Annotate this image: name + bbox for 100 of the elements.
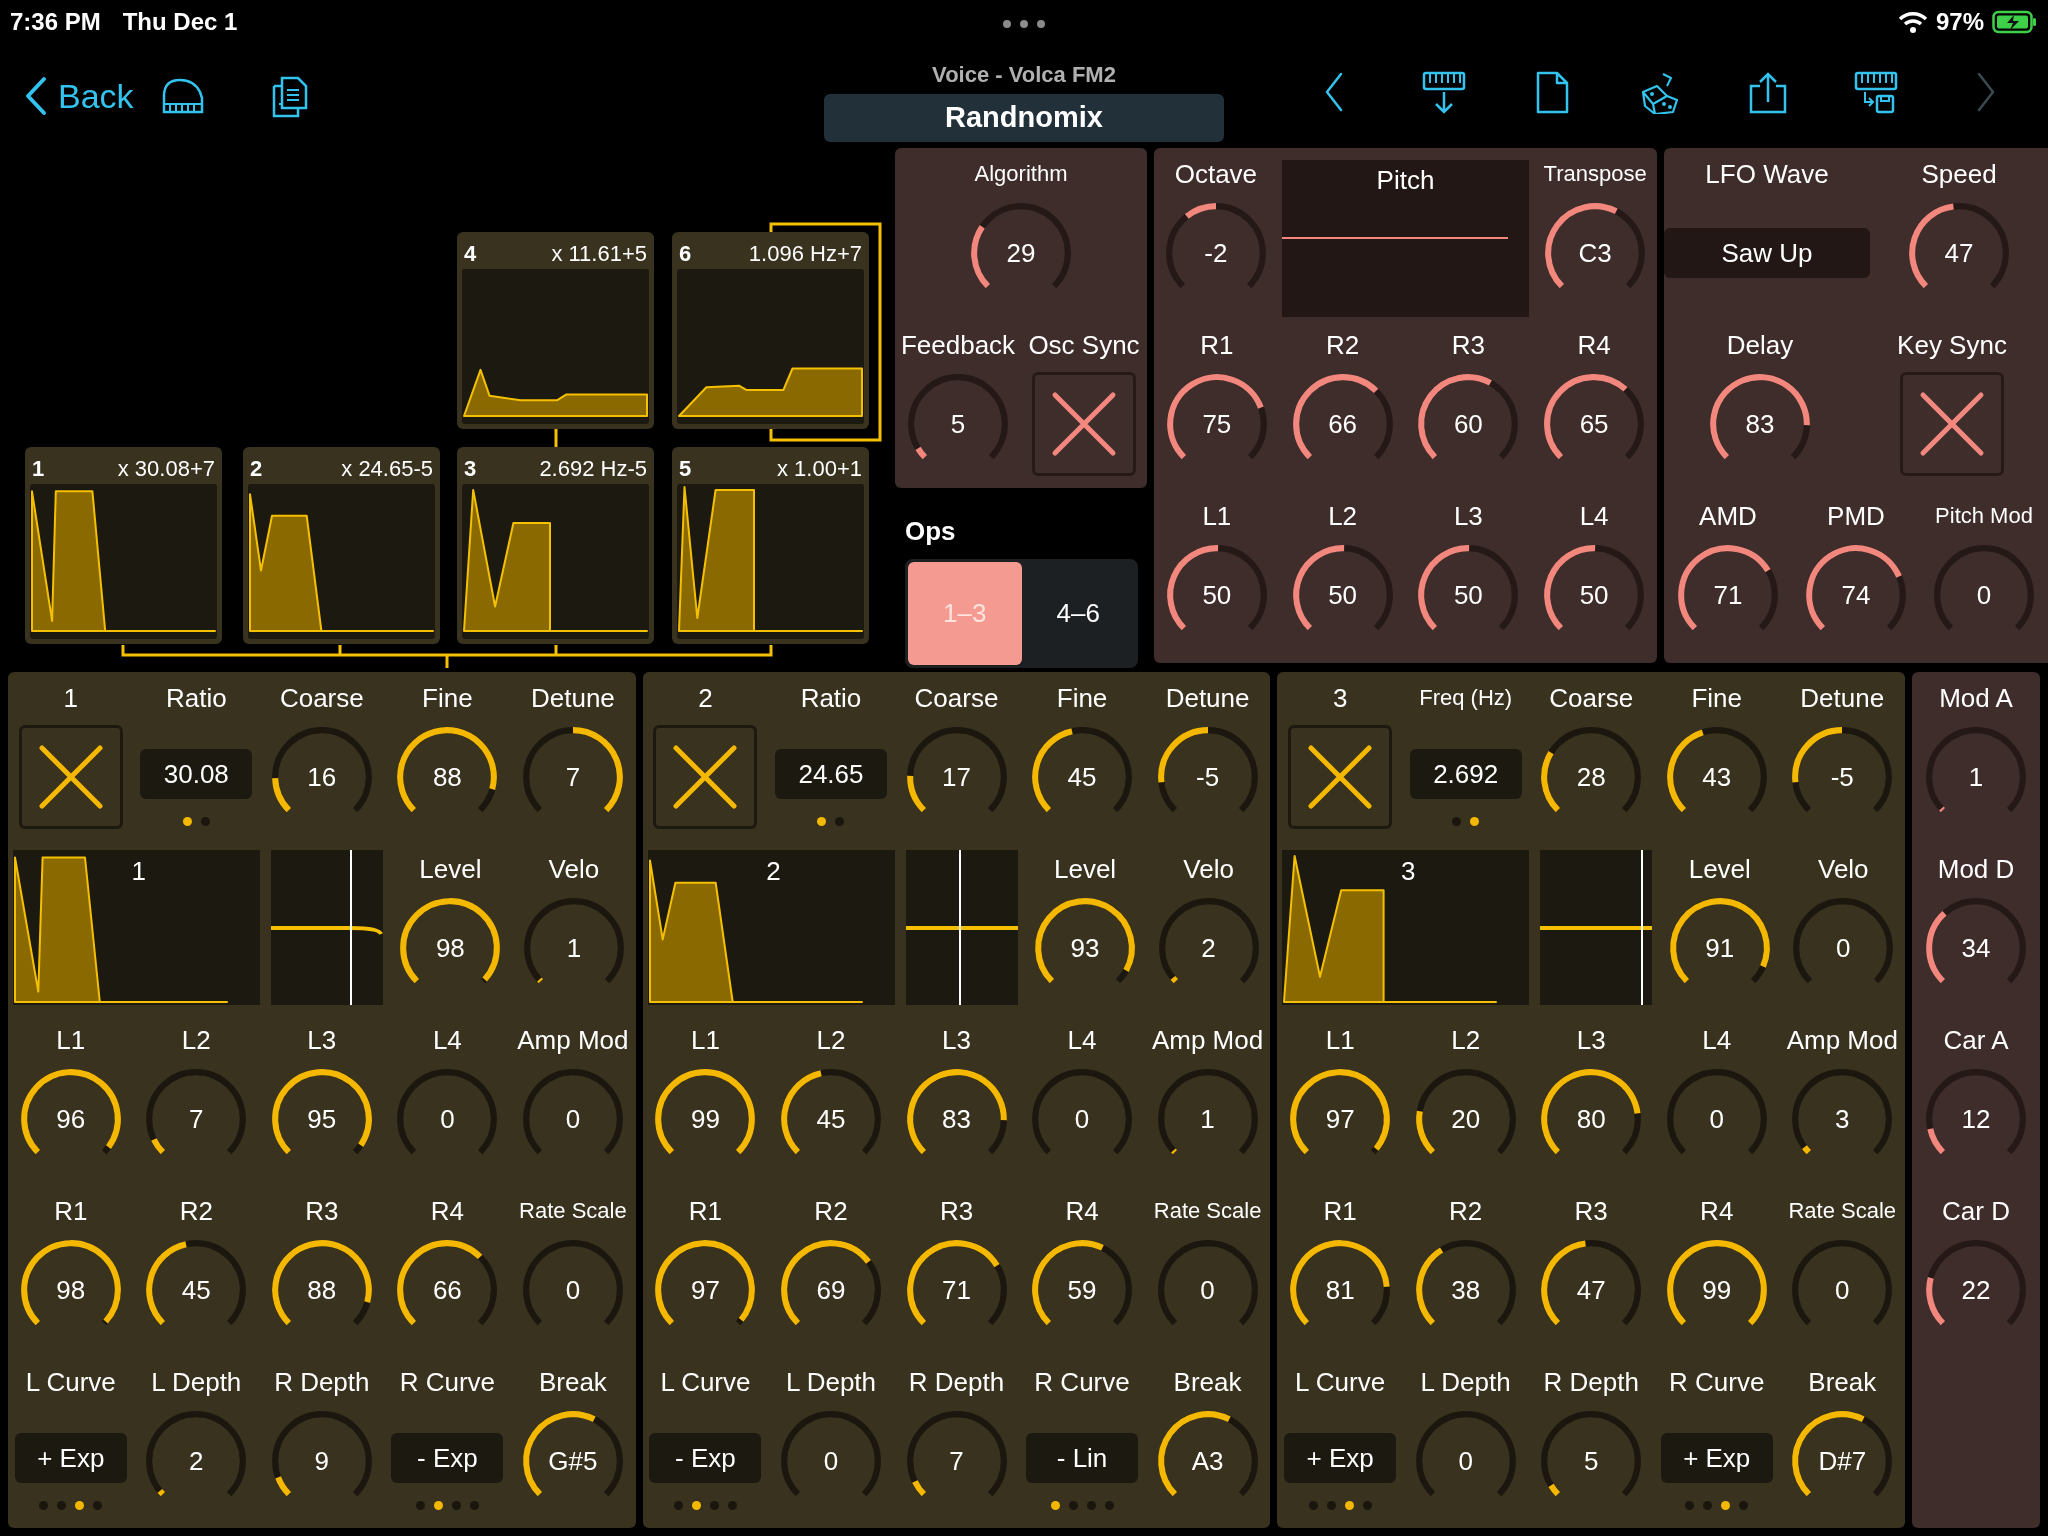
knob[interactable]: D#7 [1786, 1405, 1899, 1517]
knob[interactable]: 7 [140, 1063, 253, 1175]
knob[interactable]: 5 [1535, 1405, 1648, 1517]
knob[interactable]: 97 [1284, 1063, 1397, 1175]
knob[interactable]: 9 [265, 1405, 378, 1517]
knob[interactable]: 43 [1660, 721, 1773, 833]
segment-tab[interactable]: 4–6 [1021, 562, 1135, 665]
operator-card[interactable]: 6 1.096 Hz+7 [672, 232, 869, 429]
value-field[interactable]: 30.08 [140, 749, 253, 799]
knob[interactable]: 95 [265, 1063, 378, 1175]
operator-card[interactable]: 2 x 24.65-5 [243, 447, 440, 644]
value-field[interactable]: + Exp [1284, 1433, 1397, 1483]
knob[interactable]: 17 [900, 721, 1013, 833]
knob[interactable]: 0 [1151, 1234, 1264, 1346]
knob[interactable]: 47 [1903, 197, 2015, 309]
knob[interactable]: 28 [1535, 721, 1648, 833]
knob[interactable]: 45 [140, 1234, 253, 1346]
knob[interactable]: 7 [900, 1405, 1013, 1517]
operator-card[interactable]: 5 x 1.00+1 [672, 447, 869, 644]
knob[interactable]: 96 [14, 1063, 127, 1175]
knob[interactable]: G#5 [516, 1405, 629, 1517]
knob[interactable]: 81 [1284, 1234, 1397, 1346]
knob[interactable]: 0 [516, 1063, 629, 1175]
knob[interactable]: 75 [1160, 368, 1273, 480]
knob[interactable]: 1 [1920, 721, 2033, 833]
knob[interactable]: 83 [900, 1063, 1013, 1175]
knob[interactable]: 0 [1928, 539, 2040, 651]
toggle-button[interactable] [1032, 372, 1136, 476]
knob[interactable]: 0 [1026, 1063, 1139, 1175]
value-field[interactable]: 24.65 [775, 749, 887, 799]
value-field[interactable]: + Exp [1660, 1433, 1773, 1483]
knob[interactable]: 1 [517, 892, 630, 1004]
knob[interactable]: 83 [1704, 368, 1816, 480]
knob[interactable]: 0 [1787, 892, 1900, 1004]
knob[interactable]: C3 [1539, 197, 1652, 309]
knob[interactable]: -5 [1786, 721, 1899, 833]
knob[interactable]: 97 [649, 1234, 762, 1346]
knob[interactable]: 50 [1412, 539, 1525, 651]
value-field[interactable]: - Lin [1026, 1433, 1139, 1483]
knob[interactable]: 50 [1538, 539, 1651, 651]
knob[interactable]: 60 [1412, 368, 1525, 480]
knob[interactable]: -5 [1151, 721, 1264, 833]
knob[interactable]: 0 [516, 1234, 629, 1346]
knob[interactable]: 1 [1151, 1063, 1264, 1175]
toggle-button[interactable] [18, 725, 123, 829]
knob[interactable]: 7 [516, 721, 629, 833]
back-button[interactable]: Back [24, 70, 134, 122]
operator-card[interactable]: 4 x 11.61+5 [457, 232, 654, 429]
knob[interactable]: 47 [1535, 1234, 1648, 1346]
name-field[interactable]: Randnomix [824, 94, 1224, 142]
knob[interactable]: 22 [1920, 1234, 2033, 1346]
knob[interactable]: 74 [1800, 539, 1912, 651]
knob[interactable]: 2 [1152, 892, 1265, 1004]
knob[interactable]: 5 [902, 368, 1014, 480]
knob[interactable]: 99 [649, 1063, 762, 1175]
value-field[interactable]: 2.692 [1409, 749, 1522, 799]
knob[interactable]: 50 [1286, 539, 1399, 651]
knob[interactable]: 0 [391, 1063, 504, 1175]
toggle-button[interactable] [653, 725, 758, 829]
knob[interactable]: 20 [1409, 1063, 1522, 1175]
knob[interactable]: 0 [1786, 1234, 1899, 1346]
multitasking-icon[interactable] [1002, 19, 1046, 29]
knob[interactable]: 88 [265, 1234, 378, 1346]
knob[interactable]: 71 [1672, 539, 1784, 651]
knob[interactable]: 38 [1409, 1234, 1522, 1346]
knob[interactable]: 88 [391, 721, 504, 833]
knob[interactable]: 80 [1535, 1063, 1648, 1175]
knob[interactable]: 71 [900, 1234, 1013, 1346]
knob[interactable]: -2 [1159, 197, 1272, 309]
knob[interactable]: 59 [1026, 1234, 1139, 1346]
knob[interactable]: 0 [1409, 1405, 1522, 1517]
knob[interactable]: 0 [1660, 1063, 1773, 1175]
toggle-button[interactable] [1900, 372, 2004, 476]
value-field[interactable]: - Exp [649, 1433, 762, 1483]
knob[interactable]: 3 [1786, 1063, 1899, 1175]
knob[interactable]: 16 [265, 721, 378, 833]
toggle-button[interactable] [1288, 725, 1393, 829]
knob[interactable]: 98 [394, 892, 507, 1004]
knob[interactable]: 0 [775, 1405, 887, 1517]
knob[interactable]: 12 [1920, 1063, 2033, 1175]
knob[interactable]: 69 [775, 1234, 887, 1346]
knob[interactable]: 66 [391, 1234, 504, 1346]
knob[interactable]: 91 [1663, 892, 1776, 1004]
knob[interactable]: 45 [1026, 721, 1139, 833]
value-field[interactable]: + Exp [14, 1433, 127, 1483]
knob[interactable]: 99 [1660, 1234, 1773, 1346]
knob[interactable]: 34 [1920, 892, 2033, 1004]
knob[interactable]: 66 [1286, 368, 1399, 480]
knob[interactable]: 2 [140, 1405, 253, 1517]
value-field[interactable]: Saw Up [1664, 228, 1870, 278]
knob[interactable]: 65 [1538, 368, 1651, 480]
knob[interactable]: 50 [1160, 539, 1273, 651]
operator-card[interactable]: 3 2.692 Hz-5 [457, 447, 654, 644]
knob[interactable]: 45 [775, 1063, 887, 1175]
knob[interactable]: 98 [14, 1234, 127, 1346]
value-field[interactable]: - Exp [391, 1433, 504, 1483]
knob[interactable]: 29 [965, 197, 1077, 309]
knob[interactable]: A3 [1151, 1405, 1264, 1517]
operator-card[interactable]: 1 x 30.08+7 [25, 447, 222, 644]
knob[interactable]: 93 [1029, 892, 1142, 1004]
